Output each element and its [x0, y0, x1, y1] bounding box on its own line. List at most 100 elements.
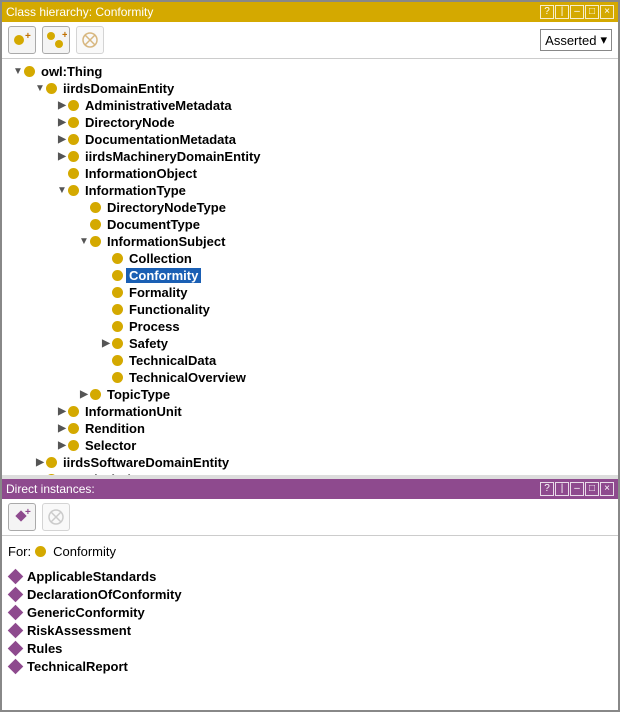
delete-instance-button[interactable]: [42, 503, 70, 531]
delete-class-button[interactable]: [76, 26, 104, 54]
tree-node-label[interactable]: InformationType: [82, 183, 189, 198]
tree-node-label[interactable]: DirectoryNode: [82, 115, 178, 130]
tree-expander-icon[interactable]: ▶: [78, 389, 90, 400]
instance-label[interactable]: ApplicableStandards: [27, 569, 156, 584]
tree-node-label[interactable]: DocumentationMetadata: [82, 132, 239, 147]
class-icon: [112, 372, 123, 383]
tree-expander-icon[interactable]: ▶: [56, 423, 68, 434]
tree-node-label[interactable]: DocumentType: [104, 217, 203, 232]
window-control-button[interactable]: |: [555, 482, 569, 496]
window-control-button[interactable]: –: [570, 482, 584, 496]
tree-node-label[interactable]: AdministrativeMetadata: [82, 98, 235, 113]
tree-node-label[interactable]: TopicType: [104, 387, 173, 402]
class-tree[interactable]: ▼ owl:Thing ▼ iirdsDomainEntity ▶ Administrat…: [2, 59, 618, 475]
add-sibling-class-button[interactable]: +: [8, 26, 36, 54]
tree-row[interactable]: ▶ iirdsSoftwareDomainEntity: [4, 454, 616, 471]
reasoning-mode-dropdown[interactable]: Asserted ▾: [540, 29, 612, 51]
tree-row[interactable]: TechnicalData: [4, 352, 616, 369]
tree-row[interactable]: DirectoryNodeType: [4, 199, 616, 216]
tree-row[interactable]: ▶ DocumentationMetadata: [4, 131, 616, 148]
instance-label[interactable]: TechnicalReport: [27, 659, 128, 674]
tree-row[interactable]: InformationObject: [4, 165, 616, 182]
tree-row[interactable]: ▼ InformationSubject: [4, 233, 616, 250]
tree-expander-icon[interactable]: ▶: [56, 151, 68, 162]
instance-label[interactable]: DeclarationOfConformity: [27, 587, 182, 602]
tree-node-label[interactable]: Collection: [126, 251, 195, 266]
individual-icon: [8, 658, 24, 674]
tree-row[interactable]: ▼ owl:Thing: [4, 63, 616, 80]
tree-expander-icon[interactable]: ▶: [56, 406, 68, 417]
class-icon: [112, 338, 123, 349]
window-control-button[interactable]: □: [585, 482, 599, 496]
tree-row[interactable]: ▶ AdministrativeMetadata: [4, 97, 616, 114]
tree-node-label[interactable]: Rendition: [82, 421, 148, 436]
tree-row[interactable]: ▼ InformationType: [4, 182, 616, 199]
add-instance-button[interactable]: +: [8, 503, 36, 531]
tree-expander-icon[interactable]: ▼: [56, 185, 68, 196]
tree-row[interactable]: ▶ Rendition: [4, 420, 616, 437]
tree-expander-icon[interactable]: ▼: [78, 236, 90, 247]
instance-label[interactable]: GenericConformity: [27, 605, 145, 620]
instance-row[interactable]: RiskAssessment: [8, 621, 612, 639]
class-icon: [46, 457, 57, 468]
tree-row[interactable]: Functionality: [4, 301, 616, 318]
tree-expander-icon[interactable]: ▶: [56, 134, 68, 145]
direct-instances-toolbar: +: [2, 499, 618, 536]
window-control-button[interactable]: –: [570, 5, 584, 19]
tree-expander-icon[interactable]: ▶: [56, 440, 68, 451]
add-child-class-button[interactable]: +: [42, 26, 70, 54]
class-icon: [68, 440, 79, 451]
tree-row[interactable]: ▶ DirectoryNode: [4, 114, 616, 131]
tree-node-label[interactable]: Process: [126, 319, 183, 334]
tree-expander-icon[interactable]: ▼: [34, 83, 46, 94]
tree-expander-icon[interactable]: ▶: [56, 100, 68, 111]
instance-row[interactable]: DeclarationOfConformity: [8, 585, 612, 603]
tree-expander-icon[interactable]: ▶: [100, 338, 112, 349]
tree-node-label[interactable]: iirdsMachineryDomainEntity: [82, 149, 264, 164]
instance-row[interactable]: TechnicalReport: [8, 657, 612, 675]
tree-node-label[interactable]: InformationUnit: [82, 404, 185, 419]
class-icon: [68, 100, 79, 111]
window-control-button[interactable]: ×: [600, 5, 614, 19]
instance-row[interactable]: GenericConformity: [8, 603, 612, 621]
tree-row[interactable]: ▶ TopicType: [4, 386, 616, 403]
window-control-button[interactable]: □: [585, 5, 599, 19]
tree-node-label[interactable]: DirectoryNodeType: [104, 200, 229, 215]
tree-expander-icon[interactable]: ▶: [56, 117, 68, 128]
instance-row[interactable]: ApplicableStandards: [8, 567, 612, 585]
tree-node-label[interactable]: TechnicalOverview: [126, 370, 249, 385]
tree-node-label[interactable]: TechnicalData: [126, 353, 219, 368]
window-control-button[interactable]: ?: [540, 482, 554, 496]
tree-row[interactable]: ▶ InformationUnit: [4, 403, 616, 420]
instance-label[interactable]: Rules: [27, 641, 62, 656]
direct-instances-window-controls: ?|–□×: [540, 482, 614, 496]
tree-row[interactable]: DocumentType: [4, 216, 616, 233]
instance-label[interactable]: RiskAssessment: [27, 623, 131, 638]
tree-node-label[interactable]: InformationSubject: [104, 234, 228, 249]
tree-row[interactable]: ▶ Selector: [4, 437, 616, 454]
instance-row[interactable]: Rules: [8, 639, 612, 657]
tree-row[interactable]: ▶ Safety: [4, 335, 616, 352]
tree-row[interactable]: TechnicalOverview: [4, 369, 616, 386]
tree-row[interactable]: ▶ iirdsMachineryDomainEntity: [4, 148, 616, 165]
tree-node-label[interactable]: InformationObject: [82, 166, 200, 181]
tree-row[interactable]: Formality: [4, 284, 616, 301]
tree-node-label[interactable]: Selector: [82, 438, 139, 453]
tree-expander-icon[interactable]: ▶: [34, 457, 46, 468]
tree-node-label[interactable]: Functionality: [126, 302, 213, 317]
window-control-button[interactable]: ?: [540, 5, 554, 19]
tree-node-label[interactable]: owl:Thing: [38, 64, 105, 79]
tree-node-label[interactable]: iirdsDomainEntity: [60, 81, 177, 96]
tree-node-label[interactable]: iirdsSoftwareDomainEntity: [60, 455, 232, 470]
window-control-button[interactable]: ×: [600, 482, 614, 496]
class-icon: [112, 304, 123, 315]
tree-row[interactable]: Process: [4, 318, 616, 335]
tree-row[interactable]: Conformity: [4, 267, 616, 284]
window-control-button[interactable]: |: [555, 5, 569, 19]
tree-row[interactable]: Collection: [4, 250, 616, 267]
tree-row[interactable]: ▼ iirdsDomainEntity: [4, 80, 616, 97]
tree-expander-icon[interactable]: ▼: [12, 66, 24, 77]
tree-node-label[interactable]: Conformity: [126, 268, 201, 283]
tree-node-label[interactable]: Formality: [126, 285, 191, 300]
tree-node-label[interactable]: Safety: [126, 336, 171, 351]
